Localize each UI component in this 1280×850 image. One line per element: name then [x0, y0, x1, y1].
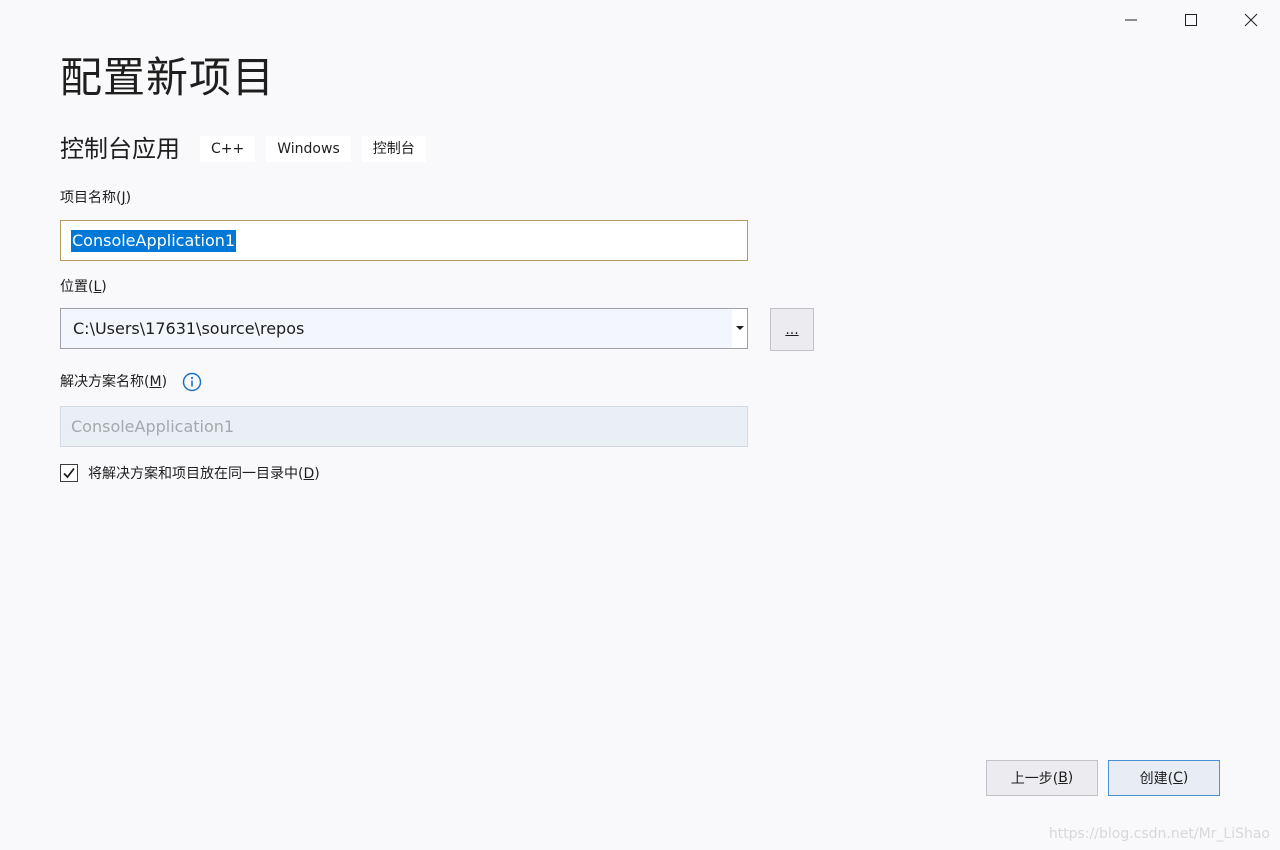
create-button[interactable]: 创建(C): [1108, 760, 1220, 796]
tag-language: C++: [200, 136, 256, 162]
template-name: 控制台应用: [60, 135, 180, 163]
template-info: 控制台应用 C++ Windows 控制台: [60, 134, 437, 164]
same-directory-option[interactable]: 将解决方案和项目放在同一目录中(D): [60, 463, 320, 483]
location-label: 位置(L): [60, 279, 107, 295]
tag-project-type: 控制台: [361, 136, 426, 162]
browse-button[interactable]: ...: [770, 308, 814, 351]
location-value: C:\Users\17631\source\repos: [73, 319, 305, 338]
page-title: 配置新项目: [60, 53, 276, 102]
dropdown-arrow-icon[interactable]: [732, 309, 747, 348]
project-name-value: ConsoleApplication1: [71, 229, 237, 252]
close-icon: [1244, 13, 1258, 27]
solution-name-placeholder: ConsoleApplication1: [71, 417, 235, 436]
maximize-icon: [1185, 14, 1197, 26]
maximize-button[interactable]: [1168, 6, 1214, 34]
tag-platform: Windows: [266, 136, 351, 162]
location-combobox[interactable]: C:\Users\17631\source\repos: [60, 308, 748, 349]
same-directory-checkbox[interactable]: [60, 464, 78, 482]
checkmark-icon: [63, 467, 75, 479]
project-name-label: 项目名称(J): [60, 190, 132, 206]
solution-name-input[interactable]: ConsoleApplication1: [60, 406, 748, 447]
minimize-icon: [1125, 19, 1137, 21]
back-button[interactable]: 上一步(B): [986, 760, 1098, 796]
project-name-input[interactable]: ConsoleApplication1: [60, 220, 748, 261]
info-icon[interactable]: [182, 372, 202, 396]
minimize-button[interactable]: [1108, 6, 1154, 34]
watermark: https://blog.csdn.net/Mr_LiShao: [1048, 826, 1270, 842]
solution-name-label: 解决方案名称(M): [60, 374, 168, 390]
same-directory-label: 将解决方案和项目放在同一目录中(D): [88, 466, 320, 482]
close-button[interactable]: [1228, 6, 1274, 34]
